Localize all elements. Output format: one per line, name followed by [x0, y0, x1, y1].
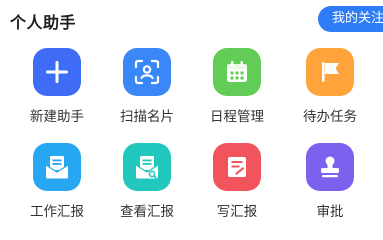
tile-view-report[interactable]: 查看汇报 — [112, 143, 182, 220]
tile-label: 扫描名片 — [120, 109, 174, 125]
tile-approval[interactable]: 审批 — [295, 143, 365, 220]
flag-icon — [306, 48, 354, 96]
my-follow-button[interactable]: 我的关注 — [318, 6, 383, 32]
tile-work-report[interactable]: 工作汇报 — [22, 143, 92, 220]
mail-doc-icon — [33, 143, 81, 191]
tile-label: 查看汇报 — [120, 204, 174, 220]
tile-label: 写汇报 — [216, 204, 258, 220]
tile-label: 待办任务 — [303, 109, 357, 125]
tile-write-report[interactable]: 写汇报 — [202, 143, 272, 220]
personal-assistant-panel: 个人助手 我的关注 新建助手 扫描名片 日程管理 待办任务 工作汇报 查看汇报 … — [0, 0, 383, 222]
tile-scan-card[interactable]: 扫描名片 — [112, 48, 182, 125]
plus-icon — [33, 48, 81, 96]
tile-schedule[interactable]: 日程管理 — [202, 48, 272, 125]
mail-search-icon — [123, 143, 171, 191]
tile-new-assistant[interactable]: 新建助手 — [22, 48, 92, 125]
tile-label: 日程管理 — [210, 109, 264, 125]
section-title: 个人助手 — [10, 13, 77, 32]
calendar-icon — [213, 48, 261, 96]
tile-todo[interactable]: 待办任务 — [295, 48, 365, 125]
stamp-icon — [306, 143, 354, 191]
tile-label: 工作汇报 — [30, 204, 84, 220]
scan-card-icon — [123, 48, 171, 96]
tile-label: 审批 — [316, 204, 344, 220]
tile-label: 新建助手 — [30, 109, 84, 125]
edit-doc-icon — [213, 143, 261, 191]
